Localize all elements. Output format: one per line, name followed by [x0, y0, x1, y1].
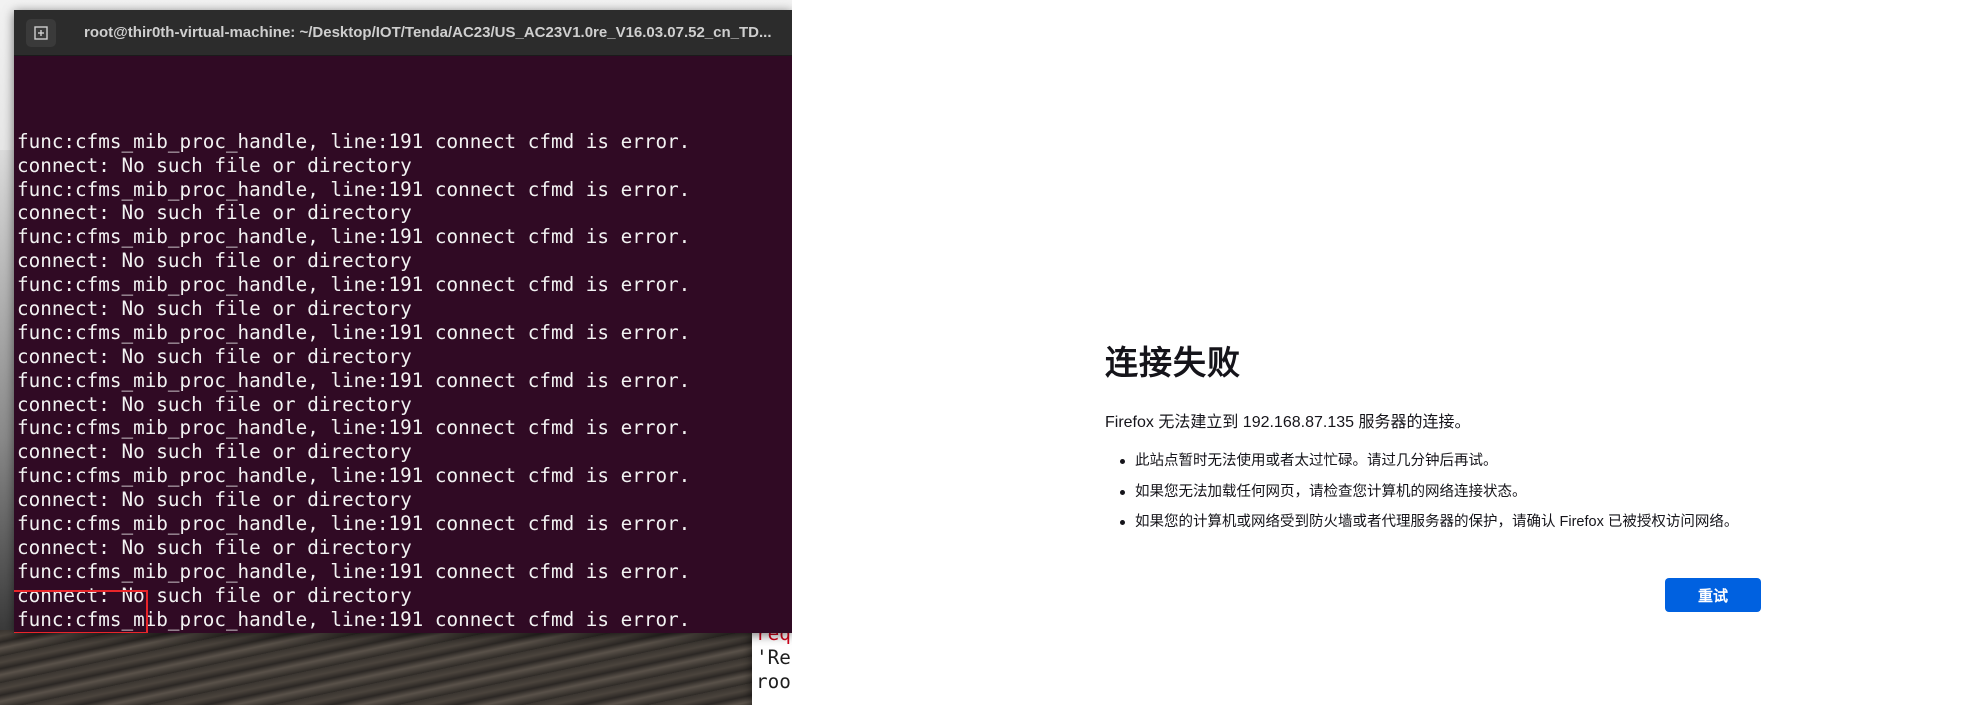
terminal-line: func:cfms_mib_proc_handle, line:191 conn… [17, 225, 691, 249]
terminal-line: 段 错 误 [17, 631, 792, 633]
new-tab-icon [34, 25, 48, 40]
screen: urlmotDurTra F F F Fst F Freq'Reroo root… [0, 0, 1967, 705]
terminal-secondary-line: roo [756, 669, 791, 693]
error-suggestion-item: 此站点暂时无法使用或者太过忙碌。请过几分钟后再试。 [1119, 446, 1765, 477]
desktop-wallpaper-wood [0, 630, 792, 705]
terminal-line: connect: No such file or directory [17, 296, 412, 320]
error-suggestion-item: 如果您的计算机或网络受到防火墙或者代理服务器的保护，请确认 Firefox 已被… [1119, 507, 1765, 538]
new-tab-button[interactable] [26, 18, 56, 47]
terminal-line: connect: No such file or directory [17, 153, 412, 177]
error-description: Firefox 无法建立到 192.168.87.135 服务器的连接。 [1105, 414, 1471, 431]
error-title: 连接失败 [1105, 343, 1241, 382]
terminal-line: connect: No such file or directory [17, 344, 412, 368]
terminal-title: root@thir0th-virtual-machine: ~/Desktop/… [84, 24, 772, 41]
terminal-line: connect: No such file or directory [17, 440, 412, 464]
terminal-line: func:cfms_mib_proc_handle, line:191 conn… [17, 177, 691, 201]
terminal-line: func:cfms_mib_proc_handle, line:191 conn… [17, 416, 691, 440]
terminal-line: func:cfms_mib_proc_handle, line:191 conn… [17, 320, 691, 344]
terminal-secondary-line: 'Re [756, 645, 791, 669]
terminal-titlebar[interactable]: root@thir0th-virtual-machine: ~/Desktop/… [14, 10, 792, 56]
error-suggestion-item: 如果您无法加载任何网页，请检查您计算机的网络连接状态。 [1119, 477, 1765, 508]
terminal-line: func:cfms_mib_proc_handle, line:191 conn… [17, 129, 691, 153]
terminal-line: func:cfms_mib_proc_handle, line:191 conn… [17, 559, 691, 583]
terminal-line: func:cfms_mib_proc_handle, line:191 conn… [17, 511, 691, 535]
retry-button[interactable]: 重试 [1665, 578, 1761, 612]
error-suggestions-list: 此站点暂时无法使用或者太过忙碌。请过几分钟后再试。 如果您无法加载任何网页，请检… [1105, 446, 1765, 538]
terminal-line: connect: No such file or directory [17, 535, 412, 559]
terminal-line: func:cfms_mib_proc_handle, line:191 conn… [17, 273, 691, 297]
terminal-line: func:cfms_mib_proc_handle, line:191 conn… [17, 464, 691, 488]
terminal-line: connect: No such file or directory [17, 201, 412, 225]
desktop-area: urlmotDurTra F F F Fst F Freq'Reroo root… [0, 0, 792, 705]
terminal-output[interactable]: func:cfms_mib_proc_handle, line:191 conn… [14, 56, 792, 633]
terminal-window[interactable]: root@thir0th-virtual-machine: ~/Desktop/… [14, 10, 792, 633]
firefox-error-page: 连接失败 Firefox 无法建立到 192.168.87.135 服务器的连接… [792, 0, 1967, 705]
terminal-line: func:cfms_mib_proc_handle, line:191 conn… [17, 368, 691, 392]
terminal-line: func:cfms_mib_proc_handle, line:191 conn… [17, 607, 691, 631]
error-container: 连接失败 Firefox 无法建立到 192.168.87.135 服务器的连接… [1105, 336, 1765, 612]
terminal-line: connect: No such file or directory [17, 392, 412, 416]
terminal-line: connect: No such file or directory [17, 488, 412, 512]
terminal-line: connect: No such file or directory [17, 249, 412, 273]
terminal-line: connect: No such file or directory [17, 583, 412, 607]
